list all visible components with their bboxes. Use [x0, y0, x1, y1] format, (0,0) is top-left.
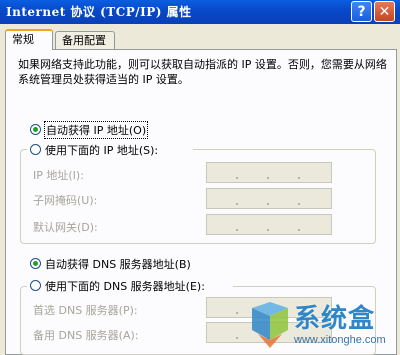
window-title: Internet 协议 (TCP/IP) 属性: [6, 5, 192, 19]
title-bar: Internet 协议 (TCP/IP) 属性 ? ✕: [0, 0, 400, 24]
dns-manual-option[interactable]: 使用下面的 DNS 服务器地址(E):: [27, 278, 233, 293]
ip-manual-radio[interactable]: [30, 144, 41, 155]
watermark-logo-icon: [252, 302, 288, 348]
close-button[interactable]: ✕: [374, 1, 395, 22]
ip-address-label: IP 地址(I):: [33, 169, 84, 182]
intro-text: 如果网络支持此功能，则可以获取自动指派的 IP 设置。否则，您需要从网络系统管理…: [18, 58, 387, 86]
ip-manual-label[interactable]: 使用下面的 IP 地址(S):: [45, 142, 158, 158]
dns-manual-radio[interactable]: [30, 280, 41, 291]
subnet-mask-field[interactable]: [206, 188, 332, 209]
ip-auto-label[interactable]: 自动获得 IP 地址(O): [43, 121, 149, 139]
help-button[interactable]: ?: [351, 1, 372, 22]
ip-address-field[interactable]: [206, 162, 332, 183]
watermark-url: www.xitonghe.com: [294, 334, 386, 346]
dns-manual-label[interactable]: 使用下面的 DNS 服务器地址(E):: [45, 278, 205, 294]
dns-auto-radio[interactable]: [30, 258, 41, 269]
default-gateway-label: 默认网关(D):: [33, 221, 98, 234]
watermark: 系统盒 www.xitonghe.com: [248, 296, 400, 355]
dns-auto-label[interactable]: 自动获得 DNS 服务器地址(B): [45, 256, 191, 272]
preferred-dns-label: 首选 DNS 服务器(P):: [33, 304, 138, 317]
subnet-mask-label: 子网掩码(U):: [33, 194, 98, 207]
tab-alternate-config[interactable]: 备用配置: [55, 31, 115, 50]
ip-manual-option[interactable]: 使用下面的 IP 地址(S):: [27, 142, 193, 157]
default-gateway-field[interactable]: [206, 214, 332, 235]
alternate-dns-label: 备用 DNS 服务器(A):: [33, 329, 139, 342]
tab-general[interactable]: 常规: [5, 29, 53, 50]
ip-auto-radio[interactable]: [30, 124, 41, 135]
watermark-brand: 系统盒: [294, 304, 376, 334]
